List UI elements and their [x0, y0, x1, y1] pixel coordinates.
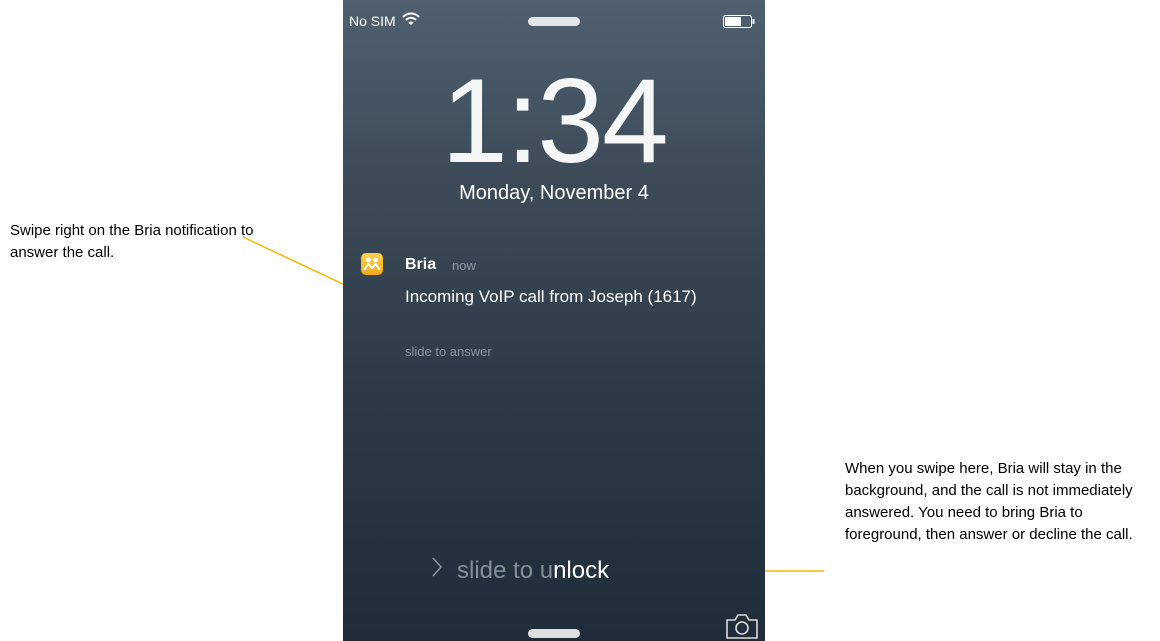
notification-action-hint: slide to answer — [405, 344, 492, 359]
notification-time: now — [452, 258, 476, 273]
carrier-label: No SIM — [349, 13, 396, 29]
unlock-text-lit: nlock — [553, 557, 610, 584]
notification-message: Incoming VoIP call from Joseph (1617) — [405, 287, 697, 306]
wifi-icon — [402, 12, 420, 25]
slide-to-unlock[interactable]: slide to unlock — [431, 556, 609, 585]
lock-date: Monday, November 4 — [459, 182, 649, 204]
lock-time: 1:34 — [441, 54, 669, 188]
bria-app-icon — [361, 253, 383, 275]
callout-swipe-notification: Swipe right on the Bria notification to … — [10, 222, 254, 261]
control-center-grabber[interactable] — [528, 629, 580, 638]
notification-app-name: Bria — [405, 256, 437, 273]
chevron-right-icon — [431, 556, 443, 585]
status-bar: No SIM — [343, 0, 765, 44]
lock-screen: No SIM 1:34 Monday, November 4 Bria now … — [343, 0, 765, 641]
camera-icon[interactable] — [724, 611, 760, 639]
callout-slide-to-unlock: When you swipe here, Bria will stay in t… — [845, 460, 1133, 543]
unlock-text-dim: slide to u — [457, 557, 554, 584]
battery-icon — [723, 15, 755, 28]
notification-center-grabber[interactable] — [528, 17, 580, 26]
